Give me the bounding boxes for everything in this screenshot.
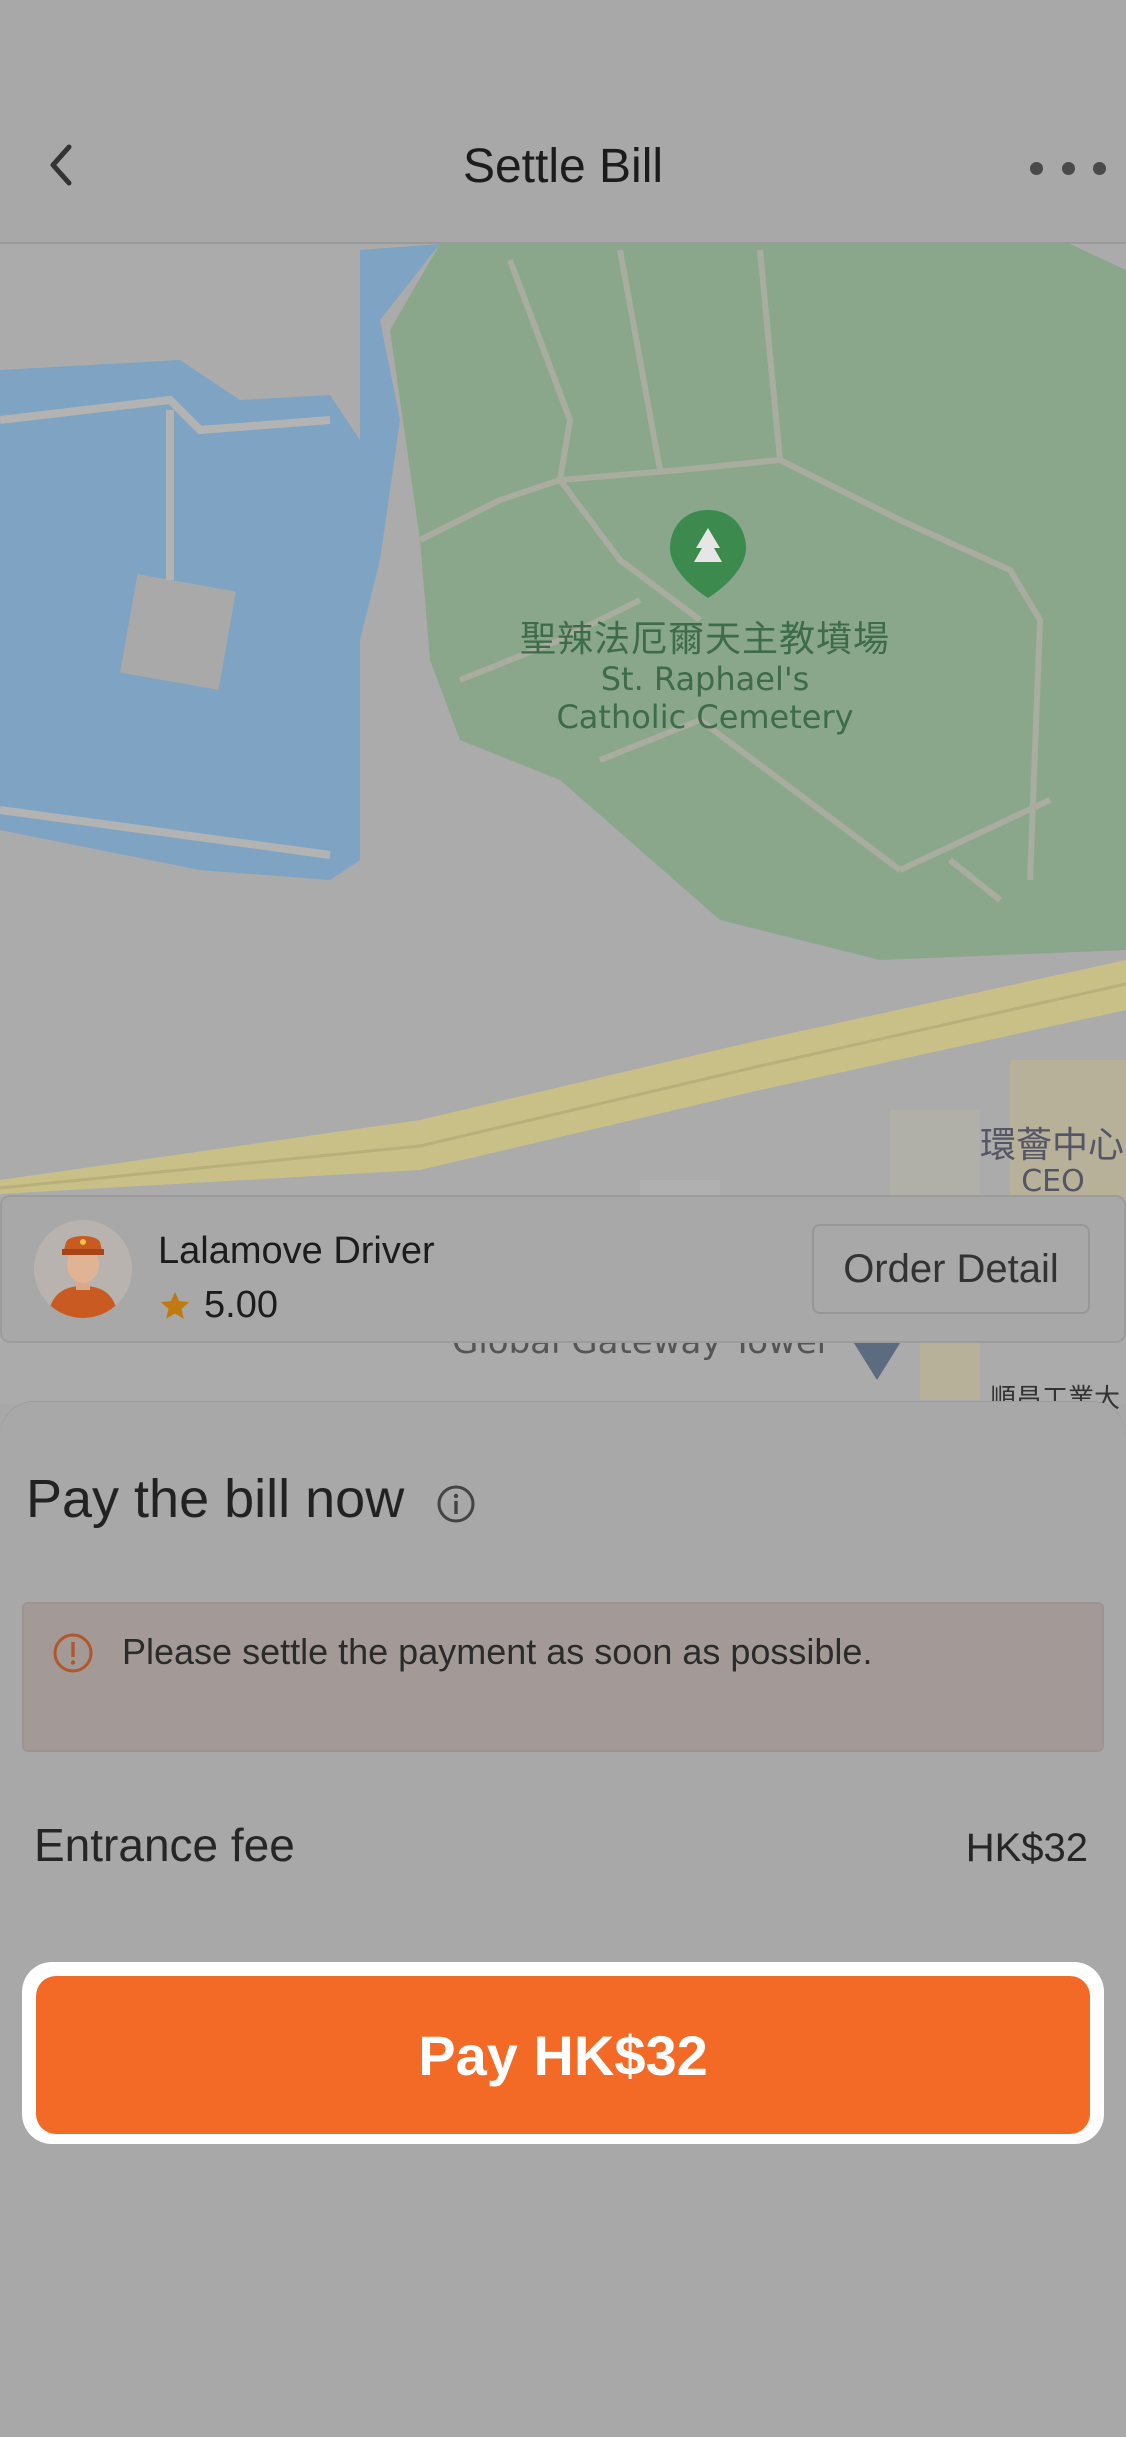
alert-message: Please settle the payment as soon as pos… [122,1631,873,1672]
exclamation-circle-icon [53,1633,93,1673]
more-dot-icon [1061,161,1075,175]
page-title: Settle Bill [462,140,664,193]
order-detail-button[interactable]: Order Detail [812,1224,1090,1314]
sheet-heading: Pay the bill now [26,1469,405,1529]
more-dot-icon [1030,161,1043,175]
map-poi-label-en: St. Raphael's [600,660,810,698]
fee-label: Entrance fee [34,1819,295,1871]
more-options-button[interactable] [1030,148,1106,188]
fee-value: HK$32 [965,1826,1088,1870]
map-poi-label-cn: 聖辣法厄爾天主教墳場 [519,619,890,660]
driver-name: Lalamove Driver [158,1230,435,1272]
more-dot-icon [1093,161,1106,175]
driver-rating: 5.00 [158,1284,278,1327]
pay-button[interactable]: Pay HK$32 [36,1976,1090,2134]
rating-value: 5.00 [204,1284,278,1326]
payment-sheet [0,1402,1126,2437]
map-poi-label-en: Catholic Cemetery [556,698,854,736]
driver-avatar [34,1220,132,1318]
star-icon [160,1291,190,1319]
app-header [0,0,1126,244]
info-icon[interactable] [436,1484,476,1524]
driver-avatar-icon [34,1220,132,1318]
payment-alert [22,1602,1104,1752]
map-building-label-cn: 環薈中心 [980,1125,1125,1166]
